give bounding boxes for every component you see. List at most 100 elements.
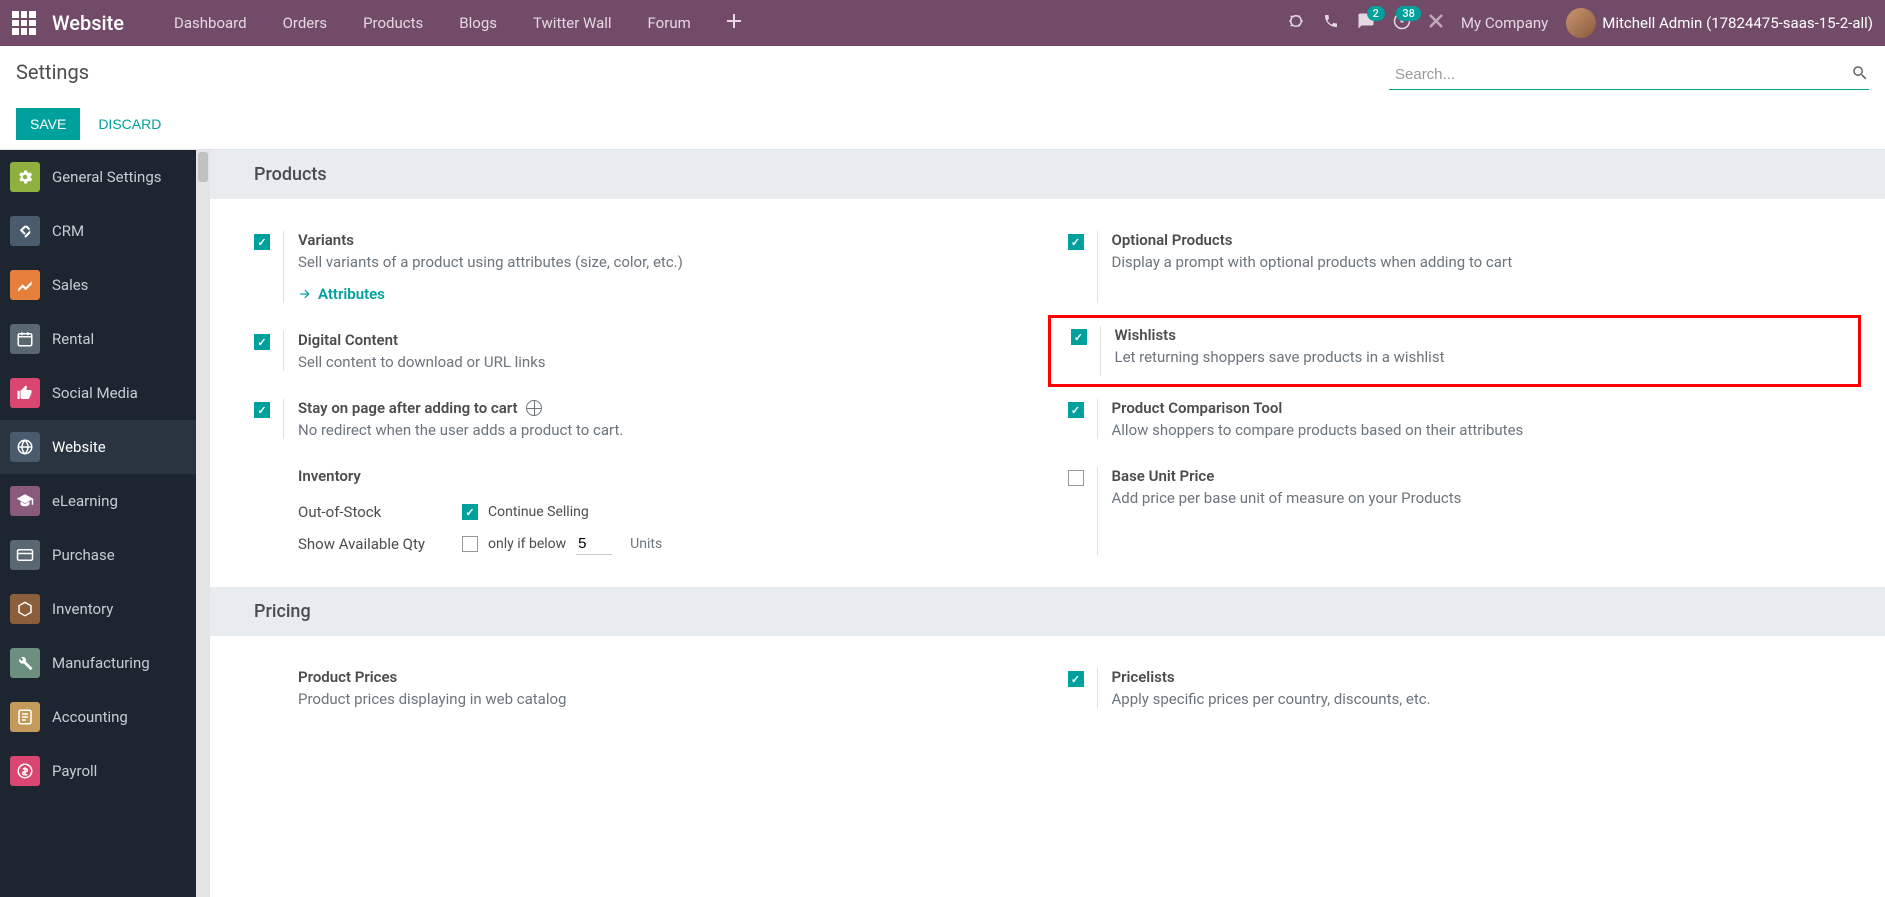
setting-desc: Add price per base unit of measure on yo… bbox=[1112, 489, 1842, 507]
plus-icon bbox=[727, 14, 741, 28]
company-menu[interactable]: My Company bbox=[1461, 14, 1548, 32]
setting-desc: No redirect when the user adds a product… bbox=[298, 421, 1028, 439]
setting-title: Digital Content bbox=[298, 331, 1028, 349]
checkbox-variants[interactable]: ✓ bbox=[254, 234, 270, 250]
setting-title: Product Prices bbox=[298, 668, 1028, 686]
checkbox-optional-products[interactable]: ✓ bbox=[1068, 234, 1084, 250]
checkbox-base-unit-price[interactable] bbox=[1068, 470, 1084, 486]
sidebar-item-label: Manufacturing bbox=[52, 654, 150, 672]
sidebar-item-social-media[interactable]: Social Media bbox=[0, 366, 196, 420]
search-input[interactable] bbox=[1389, 60, 1869, 90]
setting-desc: Apply specific prices per country, disco… bbox=[1112, 690, 1842, 708]
page-title: Settings bbox=[16, 60, 89, 84]
nav-forum[interactable]: Forum bbox=[630, 2, 709, 44]
checkbox-comparison[interactable]: ✓ bbox=[1068, 402, 1084, 418]
user-menu[interactable]: Mitchell Admin (17824475-saas-15-2-all) bbox=[1566, 8, 1873, 38]
settings-content: Products ✓ Variants Sell variants of a p… bbox=[210, 150, 1885, 897]
checkbox-only-below[interactable] bbox=[462, 536, 478, 552]
save-button[interactable]: SAVE bbox=[16, 108, 80, 140]
wrench-icon bbox=[10, 648, 40, 678]
handshake-icon bbox=[10, 216, 40, 246]
arrow-right-icon bbox=[298, 287, 312, 301]
nav-orders[interactable]: Orders bbox=[265, 2, 346, 44]
nav-items: Dashboard Orders Products Blogs Twitter … bbox=[156, 2, 759, 44]
user-name: Mitchell Admin (17824475-saas-15-2-all) bbox=[1602, 14, 1873, 32]
nav-twitter-wall[interactable]: Twitter Wall bbox=[515, 2, 630, 44]
sidebar-item-crm[interactable]: CRM bbox=[0, 204, 196, 258]
sidebar-item-payroll[interactable]: Payroll bbox=[0, 744, 196, 798]
nav-new[interactable] bbox=[709, 2, 759, 44]
input-qty-threshold[interactable] bbox=[576, 533, 612, 555]
globe-icon bbox=[10, 432, 40, 462]
sidebar-item-label: Rental bbox=[52, 330, 94, 348]
search-icon[interactable] bbox=[1851, 64, 1869, 87]
section-products-header: Products bbox=[210, 150, 1885, 199]
sidebar-item-manufacturing[interactable]: Manufacturing bbox=[0, 636, 196, 690]
checkbox-wishlists[interactable]: ✓ bbox=[1071, 329, 1087, 345]
sidebar-item-inventory[interactable]: Inventory bbox=[0, 582, 196, 636]
setting-title: Stay on page after adding to cart bbox=[298, 399, 1028, 417]
sidebar-item-accounting[interactable]: Accounting bbox=[0, 690, 196, 744]
setting-optional-products: ✓ Optional Products Display a prompt wit… bbox=[1068, 223, 1842, 311]
sidebar-item-elearning[interactable]: eLearning bbox=[0, 474, 196, 528]
setting-digital-content: ✓ Digital Content Sell content to downlo… bbox=[254, 323, 1028, 379]
link-attributes[interactable]: Attributes bbox=[298, 285, 1028, 303]
check-icon: ✓ bbox=[1071, 404, 1080, 417]
setting-base-unit-price: Base Unit Price Add price per base unit … bbox=[1068, 459, 1842, 563]
setting-desc: Sell variants of a product using attribu… bbox=[298, 253, 1028, 271]
sidebar-item-website[interactable]: Website bbox=[0, 420, 196, 474]
debug-icon[interactable] bbox=[1287, 12, 1305, 34]
setting-title: Wishlists bbox=[1115, 326, 1839, 344]
checkbox-digital-content[interactable]: ✓ bbox=[254, 334, 270, 350]
sidebar-item-label: Payroll bbox=[52, 762, 97, 780]
checkbox-continue-selling[interactable]: ✓ bbox=[462, 504, 478, 520]
nav-blogs[interactable]: Blogs bbox=[441, 2, 515, 44]
check-icon: ✓ bbox=[257, 336, 266, 349]
money-icon bbox=[10, 756, 40, 786]
setting-desc: Display a prompt with optional products … bbox=[1112, 253, 1842, 271]
setting-title: Product Comparison Tool bbox=[1112, 399, 1842, 417]
discard-button[interactable]: DISCARD bbox=[94, 108, 165, 140]
setting-title: Optional Products bbox=[1112, 231, 1842, 249]
setting-title: Pricelists bbox=[1112, 668, 1842, 686]
label-show-available: Show Available Qty bbox=[298, 535, 438, 553]
nav-dashboard[interactable]: Dashboard bbox=[156, 2, 265, 44]
setting-comparison-tool: ✓ Product Comparison Tool Allow shoppers… bbox=[1068, 391, 1842, 447]
chat-badge: 2 bbox=[1367, 6, 1385, 21]
sidebar-item-label: Website bbox=[52, 438, 106, 456]
sidebar-item-label: Inventory bbox=[52, 600, 113, 618]
apps-menu-icon[interactable] bbox=[12, 11, 36, 35]
settings-sidebar: General Settings CRM Sales Rental Social Med… bbox=[0, 150, 210, 897]
activity-icon[interactable]: 38 bbox=[1393, 12, 1411, 34]
box-icon bbox=[10, 594, 40, 624]
label-units: Units bbox=[630, 536, 662, 552]
phone-icon[interactable] bbox=[1323, 13, 1339, 33]
check-icon: ✓ bbox=[1074, 331, 1083, 344]
checkbox-stay-on-page[interactable]: ✓ bbox=[254, 402, 270, 418]
sidebar-item-general-settings[interactable]: General Settings bbox=[0, 150, 196, 204]
setting-desc: Let returning shoppers save products in … bbox=[1115, 348, 1839, 366]
checkbox-pricelists[interactable]: ✓ bbox=[1068, 671, 1084, 687]
setting-title: Variants bbox=[298, 231, 1028, 249]
sidebar-item-purchase[interactable]: Purchase bbox=[0, 528, 196, 582]
activity-badge: 38 bbox=[1396, 6, 1421, 21]
sidebar-item-label: Sales bbox=[52, 276, 88, 294]
label-out-of-stock: Out-of-Stock bbox=[298, 503, 438, 521]
close-tray-icon[interactable] bbox=[1429, 14, 1443, 32]
sidebar-item-rental[interactable]: Rental bbox=[0, 312, 196, 366]
setting-desc: Allow shoppers to compare products based… bbox=[1112, 421, 1842, 439]
scrollbar-track[interactable] bbox=[196, 150, 210, 897]
scrollbar-thumb[interactable] bbox=[198, 152, 208, 182]
chat-icon[interactable]: 2 bbox=[1357, 12, 1375, 34]
sidebar-item-label: CRM bbox=[52, 222, 84, 240]
check-icon: ✓ bbox=[1071, 673, 1080, 686]
setting-inventory: Inventory Out-of-Stock ✓ Continue Sellin… bbox=[254, 459, 1028, 563]
graduation-icon bbox=[10, 486, 40, 516]
sidebar-item-label: eLearning bbox=[52, 492, 118, 510]
sidebar-item-sales[interactable]: Sales bbox=[0, 258, 196, 312]
avatar bbox=[1566, 8, 1596, 38]
sidebar-item-label: Purchase bbox=[52, 546, 115, 564]
nav-products[interactable]: Products bbox=[345, 2, 441, 44]
thumb-icon bbox=[10, 378, 40, 408]
control-panel: Settings SAVE DISCARD bbox=[0, 46, 1885, 150]
